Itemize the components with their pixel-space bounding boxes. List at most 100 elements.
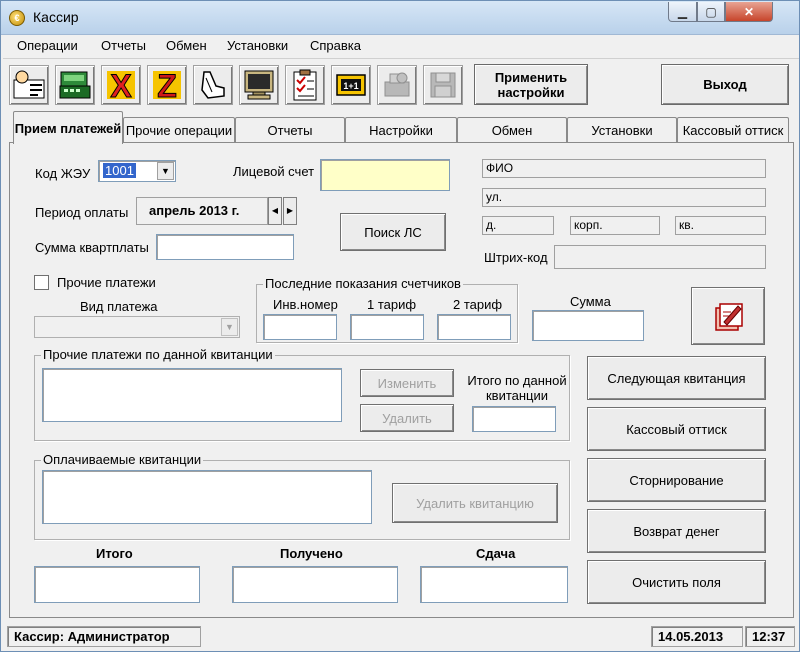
calculator-icon: 1+1 <box>336 74 366 96</box>
status-bar: Кассир: Администратор 14.05.2013 12:37 <box>3 623 799 651</box>
received-input[interactable] <box>232 566 398 603</box>
house-field: д. <box>482 216 554 235</box>
cash-imprint-button[interactable]: Кассовый оттиск <box>587 407 766 451</box>
app-icon: € <box>9 10 25 26</box>
barcode-label: Штрих-код <box>484 250 548 265</box>
window-title: Кассир <box>33 9 79 25</box>
menu-bar: Операции Отчеты Обмен Установки Справка <box>3 36 799 57</box>
menu-settings[interactable]: Установки <box>227 38 288 53</box>
maximize-icon: ▢ <box>705 4 717 19</box>
status-user: Кассир: Администратор <box>7 626 201 647</box>
tab-other-operations[interactable]: Прочие операции <box>123 117 235 143</box>
period-label: Период оплаты <box>35 205 129 220</box>
menu-operations[interactable]: Операции <box>17 38 78 53</box>
payments-panel: Код ЖЭУ 1001 ▼ Лицевой счет ФИО ул. д. к… <box>9 142 794 618</box>
next-receipt-button[interactable]: Следующая квитанция <box>587 356 766 400</box>
tab-strip: Прием платежей Прочие операции Отчеты На… <box>1 111 799 144</box>
close-button[interactable]: ✕ <box>725 2 773 22</box>
change-label: Сдача <box>476 546 516 561</box>
tab-reports[interactable]: Отчеты <box>235 117 345 143</box>
status-date: 14.05.2013 <box>651 626 743 647</box>
menu-help[interactable]: Справка <box>310 38 361 53</box>
account-input[interactable] <box>320 159 450 191</box>
tab-installations[interactable]: Установки <box>567 117 677 143</box>
refund-button[interactable]: Возврат денег <box>587 509 766 553</box>
toolbar-x-report-button[interactable]: X <box>101 65 141 105</box>
total-label: Итого <box>96 546 133 561</box>
chevron-down-icon[interactable]: ▼ <box>157 162 174 180</box>
receipt-payments-list[interactable] <box>42 368 342 422</box>
exit-button[interactable]: Выход <box>661 64 789 105</box>
edit-button: Изменить <box>360 369 454 397</box>
tariff2-input[interactable] <box>437 314 511 340</box>
arrow-left-icon: ◀ <box>271 206 279 215</box>
chevron-down-icon: ▼ <box>221 318 238 336</box>
apply-settings-button[interactable]: Применить настройки <box>474 64 588 105</box>
total-field <box>34 566 200 603</box>
toolbar-hand-button[interactable] <box>193 65 233 105</box>
toolbar: X Z 1+1 Применить настройки Выход <box>3 58 799 109</box>
calculator-text: 1+1 <box>343 81 358 91</box>
minimize-button[interactable]: ▁ <box>668 2 697 22</box>
tab-cash-imprint[interactable]: Кассовый оттиск <box>677 117 789 143</box>
rent-input[interactable] <box>156 234 294 260</box>
street-field: ул. <box>482 188 766 207</box>
received-label: Получено <box>280 546 343 561</box>
add-payment-button[interactable] <box>691 287 765 345</box>
fio-field: ФИО <box>482 159 766 178</box>
code-select[interactable]: 1001 ▼ <box>98 160 176 182</box>
inv-number-input[interactable] <box>263 314 337 340</box>
paid-receipts-list[interactable] <box>42 470 372 524</box>
sum-input[interactable] <box>532 310 644 341</box>
search-account-button[interactable]: Поиск ЛС <box>340 213 446 251</box>
toolbar-calculator-button[interactable]: 1+1 <box>331 65 371 105</box>
main-window: € Кассир ▁ ▢ ✕ Операции Отчеты Обмен Уст… <box>0 0 800 652</box>
period-prev-button[interactable]: ◀ <box>268 197 282 225</box>
menu-reports[interactable]: Отчеты <box>101 38 146 53</box>
tariff2-label: 2 тариф <box>453 297 503 312</box>
hand-pointer-icon <box>201 71 225 99</box>
paid-receipts-group: Оплачиваемые квитанции Удалить квитанцию <box>34 452 570 540</box>
toolbar-printer-button <box>377 65 417 105</box>
minimize-icon: ▁ <box>677 4 688 19</box>
toolbar-register-button[interactable] <box>55 65 95 105</box>
period-field[interactable]: апрель 2013 г. <box>136 197 268 225</box>
status-time: 12:37 <box>745 626 795 647</box>
floppy-disk-disabled-icon <box>430 72 456 98</box>
cashier-icon <box>13 70 45 99</box>
meters-group: Последние показания счетчиков Инв.номер … <box>256 276 518 343</box>
period-next-button[interactable]: ▶ <box>283 197 297 225</box>
payment-type-select[interactable]: ▼ <box>34 316 240 338</box>
tab-payments[interactable]: Прием платежей <box>13 111 123 144</box>
rent-label: Сумма квартплаты <box>35 240 149 255</box>
printer-disabled-icon <box>384 72 410 97</box>
toolbar-checklist-button[interactable] <box>285 65 325 105</box>
code-value: 1001 <box>103 163 136 178</box>
toolbar-z-report-button[interactable]: Z <box>147 65 187 105</box>
title-bar: € Кассир ▁ ▢ ✕ <box>1 1 799 35</box>
z-report-icon: Z <box>153 68 181 102</box>
delete-button: Удалить <box>360 404 454 432</box>
delete-receipt-button: Удалить квитанцию <box>392 483 558 523</box>
apartment-field: кв. <box>675 216 766 235</box>
sum-label: Сумма <box>570 294 611 309</box>
toolbar-cashier-button[interactable] <box>9 65 49 105</box>
maximize-button[interactable]: ▢ <box>697 2 725 22</box>
payment-type-label: Вид платежа <box>80 299 158 314</box>
z-letter: Z <box>157 68 177 102</box>
toolbar-monitor-button[interactable] <box>239 65 279 105</box>
arrow-right-icon: ▶ <box>286 206 294 215</box>
tariff1-input[interactable] <box>350 314 424 340</box>
tab-exchange[interactable]: Обмен <box>457 117 567 143</box>
total-receipt-label: Итого по данной квитанции <box>467 373 567 403</box>
tab-settings[interactable]: Настройки <box>345 117 457 143</box>
x-report-icon: X <box>107 68 135 102</box>
menu-exchange[interactable]: Обмен <box>166 38 207 53</box>
total-receipt-field <box>472 406 556 432</box>
storno-button[interactable]: Сторнирование <box>587 458 766 502</box>
tariff1-label: 1 тариф <box>367 297 417 312</box>
account-label: Лицевой счет <box>233 164 315 179</box>
other-payments-checkbox[interactable] <box>34 275 49 290</box>
clear-fields-button[interactable]: Очистить поля <box>587 560 766 604</box>
receipt-payments-group: Прочие платежи по данной квитанции Измен… <box>34 347 570 441</box>
